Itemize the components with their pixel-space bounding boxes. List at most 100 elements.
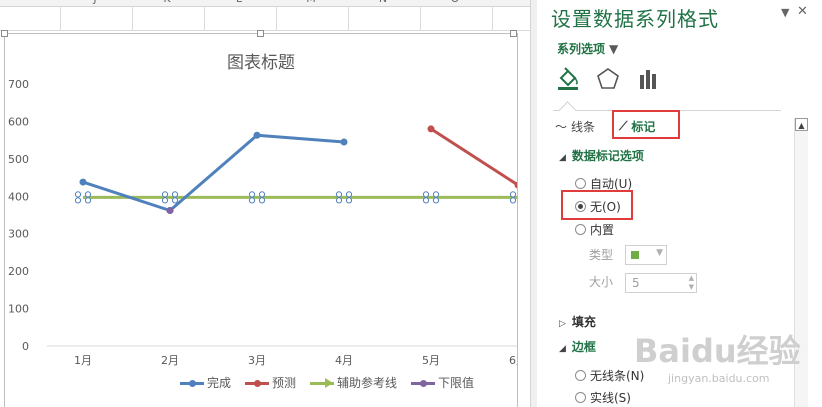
series-line-0 (82, 133, 345, 213)
grid-line (60, 6, 61, 30)
collapse-triangle-icon: ◢ (559, 153, 566, 163)
x-tick-label: 6月 (509, 354, 517, 367)
highlight-box (561, 190, 633, 220)
type-label: 类型 (589, 248, 614, 262)
column-header-o[interactable]: O (445, 0, 465, 5)
selection-handle-dot (335, 191, 343, 198)
grid-line (0, 30, 530, 31)
fill-bucket-icon[interactable] (555, 66, 581, 92)
selection-handle-dot (171, 197, 179, 204)
series-options-dropdown[interactable]: 系列选项 ▼ (557, 40, 618, 57)
marker-size-stepper[interactable]: 5 ▲ ▼ (625, 273, 697, 293)
bar-chart-icon[interactable] (635, 66, 661, 92)
spreadsheet-area: J K L M N O 图表标题 01002003004005006007001… (0, 0, 530, 407)
legend-item-complete[interactable]: 完成 (180, 374, 231, 391)
y-tick-label: 500 (8, 153, 29, 166)
series-line-1 (430, 127, 517, 187)
selection-handle-dot (161, 197, 169, 204)
radio-button[interactable] (575, 392, 586, 403)
radio-button[interactable] (575, 370, 586, 381)
pane-splitter[interactable] (530, 0, 537, 407)
x-tick-label: 2月 (161, 354, 179, 367)
close-icon[interactable]: ✕ (797, 4, 808, 19)
selection-handle-dot (345, 197, 353, 204)
selection-handle-dot (74, 197, 82, 204)
line-chart[interactable]: 0 100 200 300 400 500 600 700 1月 2月 3月 4月 5月 6月 (5, 34, 517, 407)
selection-handle-dot (422, 197, 430, 204)
y-tick-label: 400 (8, 190, 29, 203)
chart-area[interactable]: 图表标题 01002003004005006007001月2月3月4月5月6月 … (1, 30, 518, 407)
legend-label: 预测 (272, 376, 297, 390)
column-header-l[interactable]: L (229, 0, 249, 5)
line-icon: 〜 (555, 120, 568, 134)
legend-swatch (411, 377, 436, 389)
pane-options-icon[interactable]: ▼ (781, 6, 789, 19)
grid-line (132, 6, 133, 30)
y-tick-label: 700 (8, 78, 29, 91)
section-fill[interactable]: ▷ 填充 (559, 313, 596, 330)
radio-button[interactable] (575, 178, 586, 189)
data-point (166, 207, 174, 215)
selection-handle-dot (84, 191, 92, 198)
legend-label: 辅助参考线 (337, 376, 398, 390)
chevron-down-icon: ▼ (656, 248, 663, 258)
legend-swatch (180, 377, 204, 389)
selection-handle-dot (248, 197, 256, 204)
scroll-up-icon[interactable]: ▲ (795, 118, 808, 131)
radio-solid-line[interactable]: 实线(S) (575, 389, 631, 406)
chart-legend[interactable]: 完成 预测 辅助参考线 下限值 (180, 374, 474, 391)
size-label: 大小 (589, 275, 614, 289)
scrollbar[interactable]: ▲ (794, 118, 808, 407)
pentagon-icon[interactable] (595, 66, 621, 92)
radio-builtin[interactable]: 内置 (575, 221, 614, 238)
grid-line (348, 6, 349, 30)
legend-item-reference-line[interactable]: 辅助参考线 (310, 374, 397, 391)
column-header-m[interactable]: M (301, 0, 321, 5)
grid-line (492, 6, 493, 30)
y-tick-label: 300 (8, 228, 29, 241)
data-point (427, 125, 435, 133)
column-header-n[interactable]: N (373, 0, 393, 5)
x-tick-label: 3月 (248, 354, 266, 367)
selection-handle-dot (422, 191, 430, 198)
chevron-down-icon: ▼ (609, 42, 619, 56)
selection-handle-dot (74, 191, 82, 198)
x-tick-label: 5月 (422, 354, 440, 367)
marker-swatch (631, 251, 639, 259)
selection-handle-dot (432, 197, 440, 204)
legend-label: 完成 (207, 376, 232, 390)
selection-handle-dot (171, 191, 179, 198)
data-point (79, 178, 87, 186)
radio-button[interactable] (575, 224, 586, 235)
x-tick-label: 1月 (74, 354, 92, 367)
legend-swatch (245, 377, 270, 389)
column-header-k[interactable]: K (157, 0, 177, 5)
grid-line (204, 6, 205, 30)
expand-triangle-icon: ▷ (559, 319, 566, 329)
section-marker-options[interactable]: ◢ 数据标记选项 (559, 147, 644, 164)
column-header-j[interactable]: J (85, 0, 105, 5)
size-value: 5 (632, 276, 640, 290)
selection-handle-dot (84, 197, 92, 204)
selection-handle-dot (345, 191, 353, 198)
section-border[interactable]: ◢ 边框 (559, 338, 596, 355)
legend-item-forecast[interactable]: 预测 (245, 374, 296, 391)
marker-type-dropdown[interactable]: ▼ (625, 245, 667, 265)
pane-title: 设置数据系列格式 (551, 7, 719, 31)
selection-handle-dot (335, 197, 343, 204)
selection-handle-dot (248, 191, 256, 198)
selection-handle-dot (509, 191, 517, 198)
legend-swatch (310, 377, 335, 389)
tab-line[interactable]: 〜 线条 (555, 118, 595, 135)
column-header-strip[interactable]: J K L M N O (0, 0, 530, 7)
stepper-arrows-icon[interactable]: ▲ ▼ (689, 274, 694, 292)
legend-item-lower-limit[interactable]: 下限值 (411, 374, 474, 391)
collapse-triangle-icon: ◢ (559, 344, 566, 354)
tab-pointer (558, 101, 577, 120)
selection-handle-dot (509, 197, 517, 204)
radio-no-line[interactable]: 无线条(N) (575, 367, 644, 384)
y-tick-label: 0 (22, 340, 29, 353)
format-data-series-pane: 设置数据系列格式 ▼ ✕ 系列选项 ▼ 〜 线条 ⟋ 标记 ▲ ◢ 数据标记选项 自… (537, 0, 822, 407)
selection-handle-dot (258, 191, 266, 198)
data-point (253, 131, 261, 139)
